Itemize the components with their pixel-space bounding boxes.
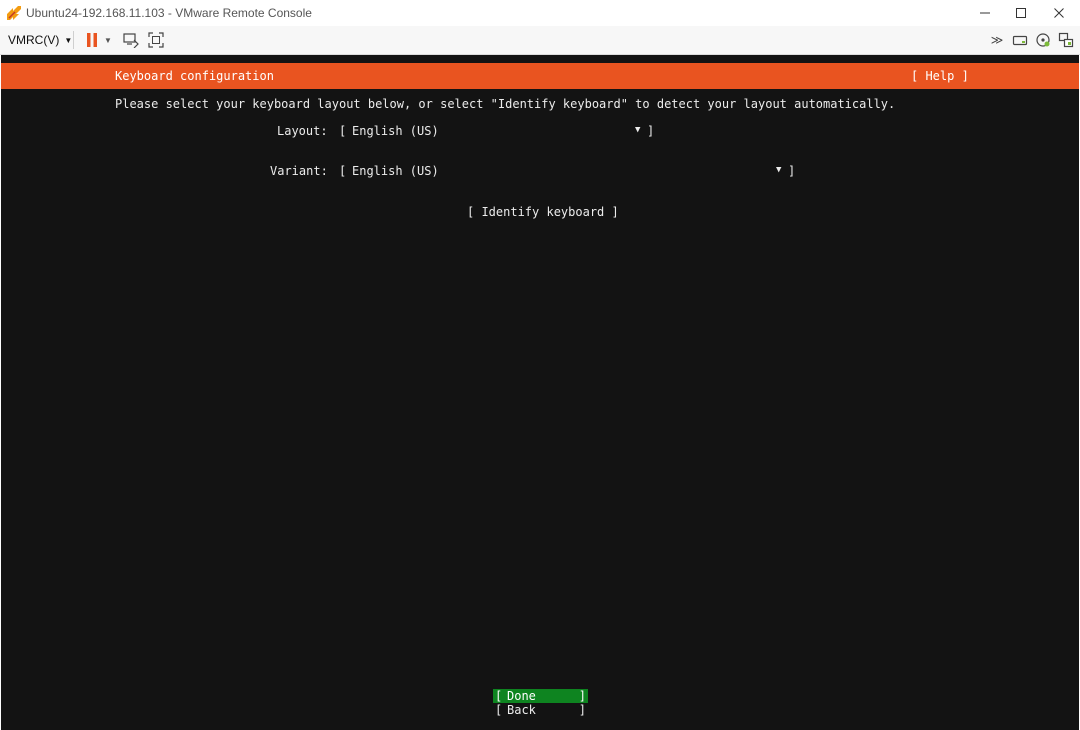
done-label: Done [507,689,536,703]
removable-devices-icon [1012,35,1028,46]
vmrc-menu-button[interactable]: VMRC(V) ▼ [8,30,72,50]
cd-dvd-button[interactable] [1033,30,1053,50]
send-ctrl-alt-del-icon [123,33,139,48]
pause-icon [87,33,97,47]
pause-button[interactable] [82,30,102,50]
fullscreen-icon [148,32,164,48]
vmware-logo-icon [7,6,21,20]
close-button[interactable] [1042,0,1076,26]
instruction-text: Please select your keyboard layout below… [115,97,896,111]
bracket-close: ] [647,124,655,138]
maximize-icon [1016,8,1026,18]
done-button[interactable]: [ Done ] [493,689,588,703]
maximize-button[interactable] [1004,0,1038,26]
cd-dvd-icon [1036,33,1050,47]
variant-label: Variant: [270,164,328,178]
variant-value: English (US) [352,164,439,178]
variant-dropdown[interactable]: [ English (US) ▼ ] [339,164,797,180]
window-titlebar[interactable]: Ubuntu24-192.168.11.103 - VMware Remote … [0,0,1080,26]
help-button[interactable]: [ Help ] [911,69,969,83]
bracket-open: [ [339,164,347,178]
vmrc-menu-label: VMRC(V) [8,33,60,47]
bracket-open: [ [339,124,347,138]
bracket-close: ] [578,689,586,703]
dropdown-arrow-icon: ▼ [776,165,782,175]
caret-down-icon: ▼ [104,35,112,45]
close-icon [1054,8,1064,18]
caret-down-icon: ▼ [64,35,73,45]
back-button[interactable]: [ Back ] [493,703,588,717]
bracket-open: [ [495,703,503,717]
send-ctrl-alt-del-button[interactable] [120,30,142,50]
vm-console-screen[interactable]: Keyboard configuration [ Help ] Please s… [1,55,1079,730]
fullscreen-button[interactable] [145,30,167,50]
more-button[interactable]: ≫ [988,30,1006,50]
minimize-icon [980,12,990,14]
identify-keyboard-button[interactable]: [ Identify keyboard ] [467,205,619,219]
bracket-close: ] [788,164,796,178]
vmrc-toolbar: VMRC(V) ▼ ▼ ≫ [0,26,1080,55]
toolbar-divider [73,31,74,49]
more-icon: ≫ [990,33,1004,47]
pause-menu-caret[interactable]: ▼ [102,30,114,50]
installer-header: Keyboard configuration [ Help ] [1,63,1079,89]
window-title: Ubuntu24-192.168.11.103 - VMware Remote … [26,6,312,20]
layout-label: Layout: [277,124,328,138]
layout-value: English (US) [352,124,439,138]
minimize-button[interactable] [968,0,1002,26]
unity-button[interactable] [1056,30,1076,50]
bracket-close: ] [578,703,586,717]
installer-title: Keyboard configuration [115,69,274,83]
bracket-open: [ [495,689,503,703]
layout-dropdown[interactable]: [ English (US) ▼ ] [339,124,655,140]
removable-devices-button[interactable] [1010,30,1030,50]
unity-icon [1058,32,1074,48]
dropdown-arrow-icon: ▼ [635,125,641,135]
back-label: Back [507,703,536,717]
